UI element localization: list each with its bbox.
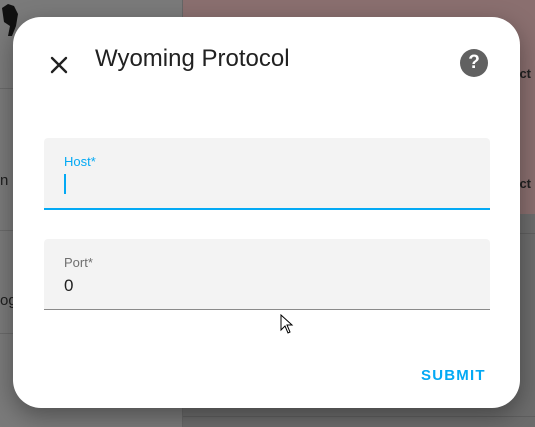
background-text-fragment: ct [519,66,531,81]
port-value[interactable]: 0 [64,276,73,296]
close-button[interactable] [43,49,75,81]
background-text-fragment: ct [519,176,531,191]
dialog-title: Wyoming Protocol [95,45,290,72]
host-field[interactable]: Host* [44,138,490,210]
port-label: Port* [64,255,93,270]
text-caret [64,174,66,194]
mouse-pointer-icon [280,314,294,334]
wyoming-protocol-dialog: Wyoming Protocol ? Host* Port* 0 SUBMIT [13,17,520,408]
help-button[interactable]: ? [460,49,488,77]
background-text-fragment: n [0,172,9,189]
host-label: Host* [64,154,96,169]
help-icon: ? [468,52,480,73]
port-field[interactable]: Port* 0 [44,239,490,310]
submit-button[interactable]: SUBMIT [421,367,486,384]
close-icon [50,56,68,74]
